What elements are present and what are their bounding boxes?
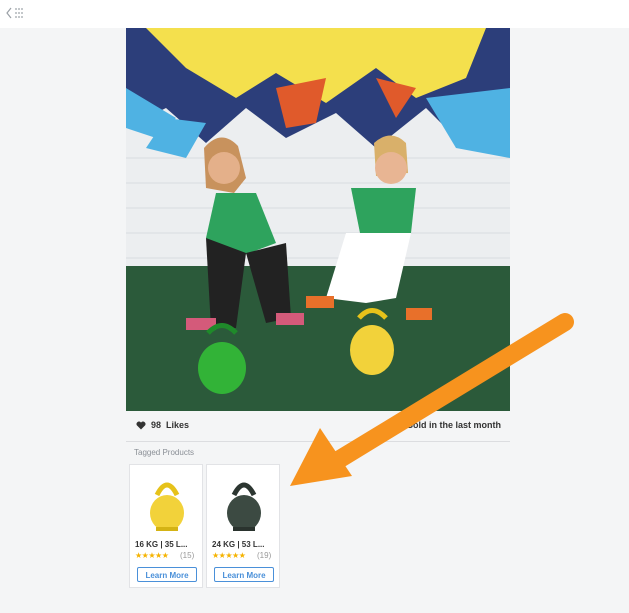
kettlebell-black-image <box>227 482 261 531</box>
post-meta: 98 Likes Sold in the last month <box>126 411 510 441</box>
review-count: (15) <box>180 551 195 560</box>
likes-label: Likes <box>166 420 190 430</box>
kettlebell-yellow-image <box>150 482 184 531</box>
post-photo[interactable] <box>126 28 510 411</box>
heart-icon <box>136 421 146 429</box>
likes-count: 98 <box>151 420 162 430</box>
product-name: 16 KG | 35 L... <box>135 540 188 549</box>
product-name: 24 KG | 53 L... <box>212 540 265 549</box>
tagged-products-title: Tagged Products <box>134 448 195 457</box>
likes-button[interactable]: 98 Likes <box>136 420 189 430</box>
chevron-left-icon <box>6 7 23 19</box>
learn-more-button[interactable]: Learn More <box>137 567 197 582</box>
post-content: 98 Likes Sold in the last month Tagged P… <box>126 28 510 613</box>
product-card[interactable]: 16 KG | 35 L... ★★★★★ (15) Learn More <box>129 464 203 588</box>
divider <box>126 441 510 442</box>
sold-text: Sold in the last month <box>407 420 501 430</box>
learn-more-button[interactable]: Learn More <box>214 567 274 582</box>
top-bar <box>0 0 629 28</box>
grid-dots-icon <box>15 8 23 18</box>
review-count: (19) <box>257 551 272 560</box>
star-rating: ★★★★★ <box>212 551 246 560</box>
product-card[interactable]: 24 KG | 53 L... ★★★★★ (19) Learn More <box>206 464 280 588</box>
star-rating: ★★★★★ <box>135 551 169 560</box>
back-button[interactable] <box>6 6 28 20</box>
